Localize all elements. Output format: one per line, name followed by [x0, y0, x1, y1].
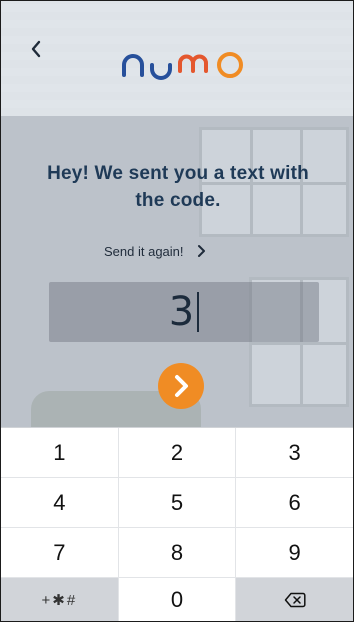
submit-code-button[interactable]	[158, 363, 204, 409]
key-5[interactable]: 5	[118, 478, 237, 528]
key-1[interactable]: 1	[1, 428, 119, 478]
key-3[interactable]: 3	[236, 428, 353, 478]
back-button[interactable]	[29, 39, 51, 61]
key-9[interactable]: 9	[236, 528, 353, 578]
chevron-left-icon	[31, 40, 41, 58]
verification-code-input[interactable]: 3	[49, 282, 319, 342]
text-caret	[197, 292, 200, 332]
key-4[interactable]: 4	[1, 478, 119, 528]
numeric-keypad: 1 2 3 4 5 6 7 8 9 +✱# 0	[1, 427, 353, 621]
keypad-row: 1 2 3	[1, 428, 353, 478]
code-value: 3	[168, 289, 196, 335]
keypad-row: 7 8 9	[1, 528, 353, 578]
page-title: Hey! We sent you a text with the code.	[47, 163, 309, 211]
key-6[interactable]: 6	[236, 478, 353, 528]
key-8[interactable]: 8	[118, 528, 237, 578]
resend-code-link[interactable]: Send it again!	[104, 241, 254, 261]
backspace-key[interactable]	[236, 578, 353, 621]
chevron-right-icon	[175, 375, 188, 397]
keypad-row: 4 5 6	[1, 478, 353, 528]
backspace-icon	[284, 592, 306, 607]
keypad-row: +✱# 0	[1, 578, 353, 621]
key-7[interactable]: 7	[1, 528, 119, 578]
chevron-right-icon	[197, 245, 205, 257]
key-2[interactable]: 2	[118, 428, 237, 478]
key-0[interactable]: 0	[118, 578, 237, 621]
numo-logo: numo	[122, 52, 243, 80]
app-screen: numo Hey! We sent you a text with the co…	[0, 0, 354, 622]
key-symbols[interactable]: +✱#	[1, 578, 119, 621]
resend-code-label: Send it again!	[104, 243, 184, 259]
